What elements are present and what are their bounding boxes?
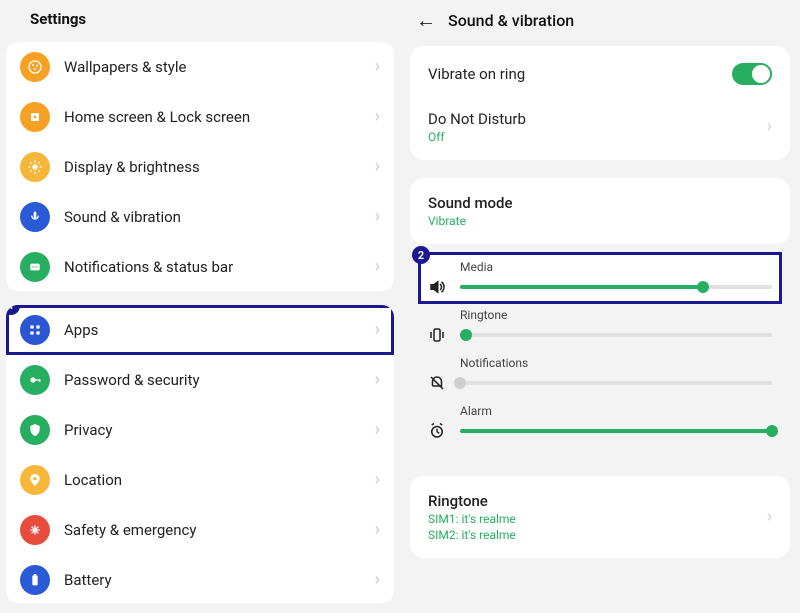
location-icon xyxy=(20,465,50,495)
emergency-icon xyxy=(20,515,50,545)
chevron-right-icon: › xyxy=(375,158,380,176)
row-label: Sound & vibration xyxy=(64,208,375,226)
key-icon xyxy=(20,365,50,395)
chevron-right-icon: › xyxy=(375,571,380,589)
alarm-icon xyxy=(428,422,452,440)
slider-label: Notifications xyxy=(460,356,772,370)
bell-off-icon xyxy=(428,374,452,392)
chevron-right-icon: › xyxy=(767,508,772,526)
row-wallpapers[interactable]: Wallpapers & style › xyxy=(6,42,394,92)
chevron-right-icon: › xyxy=(375,371,380,389)
chevron-right-icon: › xyxy=(375,58,380,76)
callout-badge-2: 2 xyxy=(412,246,430,264)
slider-ringtone[interactable]: Ringtone xyxy=(420,302,780,350)
row-safety[interactable]: Safety & emergency › xyxy=(6,505,394,555)
settings-group-2: 1 Apps › Password & security › Privacy › xyxy=(6,305,394,603)
callout-badge-1: 1 xyxy=(6,305,20,315)
line-sub: Vibrate xyxy=(428,214,772,228)
row-battery[interactable]: Battery › xyxy=(6,555,394,603)
row-sound[interactable]: Sound & vibration › xyxy=(6,192,394,242)
chevron-right-icon: › xyxy=(767,118,772,136)
row-label: Wallpapers & style xyxy=(64,58,375,76)
settings-group-1: Wallpapers & style › Home screen & Lock … xyxy=(6,42,394,291)
shield-icon xyxy=(20,415,50,445)
slider-track[interactable] xyxy=(460,381,772,385)
slider-alarm[interactable]: Alarm xyxy=(420,398,780,446)
row-sound-mode[interactable]: Sound mode Vibrate xyxy=(410,182,790,240)
chevron-right-icon: › xyxy=(375,108,380,126)
detail-header: ← Sound & vibration xyxy=(400,0,800,40)
slider-label: Ringtone xyxy=(460,308,772,322)
row-vibrate-on-ring[interactable]: Vibrate on ring xyxy=(410,50,790,98)
message-icon xyxy=(20,252,50,282)
brightness-icon xyxy=(20,152,50,182)
row-label: Display & brightness xyxy=(64,158,375,176)
line-title: Vibrate on ring xyxy=(428,65,732,83)
sound-vibration-pane: ← Sound & vibration Vibrate on ring Do N… xyxy=(400,0,800,613)
row-password[interactable]: Password & security › xyxy=(6,355,394,405)
toggle-vibrate[interactable] xyxy=(732,63,772,85)
row-label: Password & security xyxy=(64,371,375,389)
chevron-right-icon: › xyxy=(375,421,380,439)
slider-notifications[interactable]: Notifications xyxy=(420,350,780,398)
volume-sliders: 2 Media Ringtone xyxy=(410,250,790,458)
back-arrow-icon[interactable]: ← xyxy=(416,10,436,30)
row-label: Location xyxy=(64,471,375,489)
slider-label: Media xyxy=(460,260,772,274)
line-title: Sound mode xyxy=(428,194,772,212)
volume-icon xyxy=(428,278,452,296)
chevron-right-icon: › xyxy=(375,321,380,339)
palette-icon xyxy=(20,52,50,82)
settings-title: Settings xyxy=(0,0,400,38)
chevron-right-icon: › xyxy=(375,258,380,276)
chevron-right-icon: › xyxy=(375,471,380,489)
chevron-right-icon: › xyxy=(375,521,380,539)
line-title: Ringtone xyxy=(428,492,767,510)
settings-pane: Settings Wallpapers & style › Home scree… xyxy=(0,0,400,613)
slider-label: Alarm xyxy=(460,404,772,418)
card-sound-mode: Sound mode Vibrate xyxy=(410,178,790,244)
row-display[interactable]: Display & brightness › xyxy=(6,142,394,192)
row-location[interactable]: Location › xyxy=(6,455,394,505)
sound-icon xyxy=(20,202,50,232)
row-label: Notifications & status bar xyxy=(64,258,375,276)
row-label: Home screen & Lock screen xyxy=(64,108,375,126)
row-homescreen[interactable]: Home screen & Lock screen › xyxy=(6,92,394,142)
slider-track[interactable] xyxy=(460,429,772,433)
line-title: Do Not Disturb xyxy=(428,110,767,128)
battery-icon xyxy=(20,565,50,595)
line-sub: Off xyxy=(428,130,767,144)
slider-track[interactable] xyxy=(460,333,772,337)
row-label: Apps xyxy=(64,321,375,339)
slider-media[interactable]: 2 Media xyxy=(420,254,780,302)
row-label: Safety & emergency xyxy=(64,521,375,539)
row-notifications[interactable]: Notifications & status bar › xyxy=(6,242,394,291)
detail-title: Sound & vibration xyxy=(448,11,574,30)
card-vibrate-dnd: Vibrate on ring Do Not Disturb Off › xyxy=(410,46,790,160)
card-ringtone: Ringtone SIM1: it's realme SIM2: it's re… xyxy=(410,476,790,558)
row-apps[interactable]: 1 Apps › xyxy=(6,305,394,355)
row-ringtone[interactable]: Ringtone SIM1: it's realme SIM2: it's re… xyxy=(410,480,790,554)
slider-track[interactable] xyxy=(460,285,772,289)
vibrate-icon xyxy=(428,326,452,344)
chevron-right-icon: › xyxy=(375,208,380,226)
row-privacy[interactable]: Privacy › xyxy=(6,405,394,455)
row-label: Battery xyxy=(64,571,375,589)
row-label: Privacy xyxy=(64,421,375,439)
line-sub-sim2: SIM2: it's realme xyxy=(428,528,767,542)
line-sub-sim1: SIM1: it's realme xyxy=(428,512,767,526)
apps-icon xyxy=(20,315,50,345)
row-dnd[interactable]: Do Not Disturb Off › xyxy=(410,98,790,156)
home-icon xyxy=(20,102,50,132)
